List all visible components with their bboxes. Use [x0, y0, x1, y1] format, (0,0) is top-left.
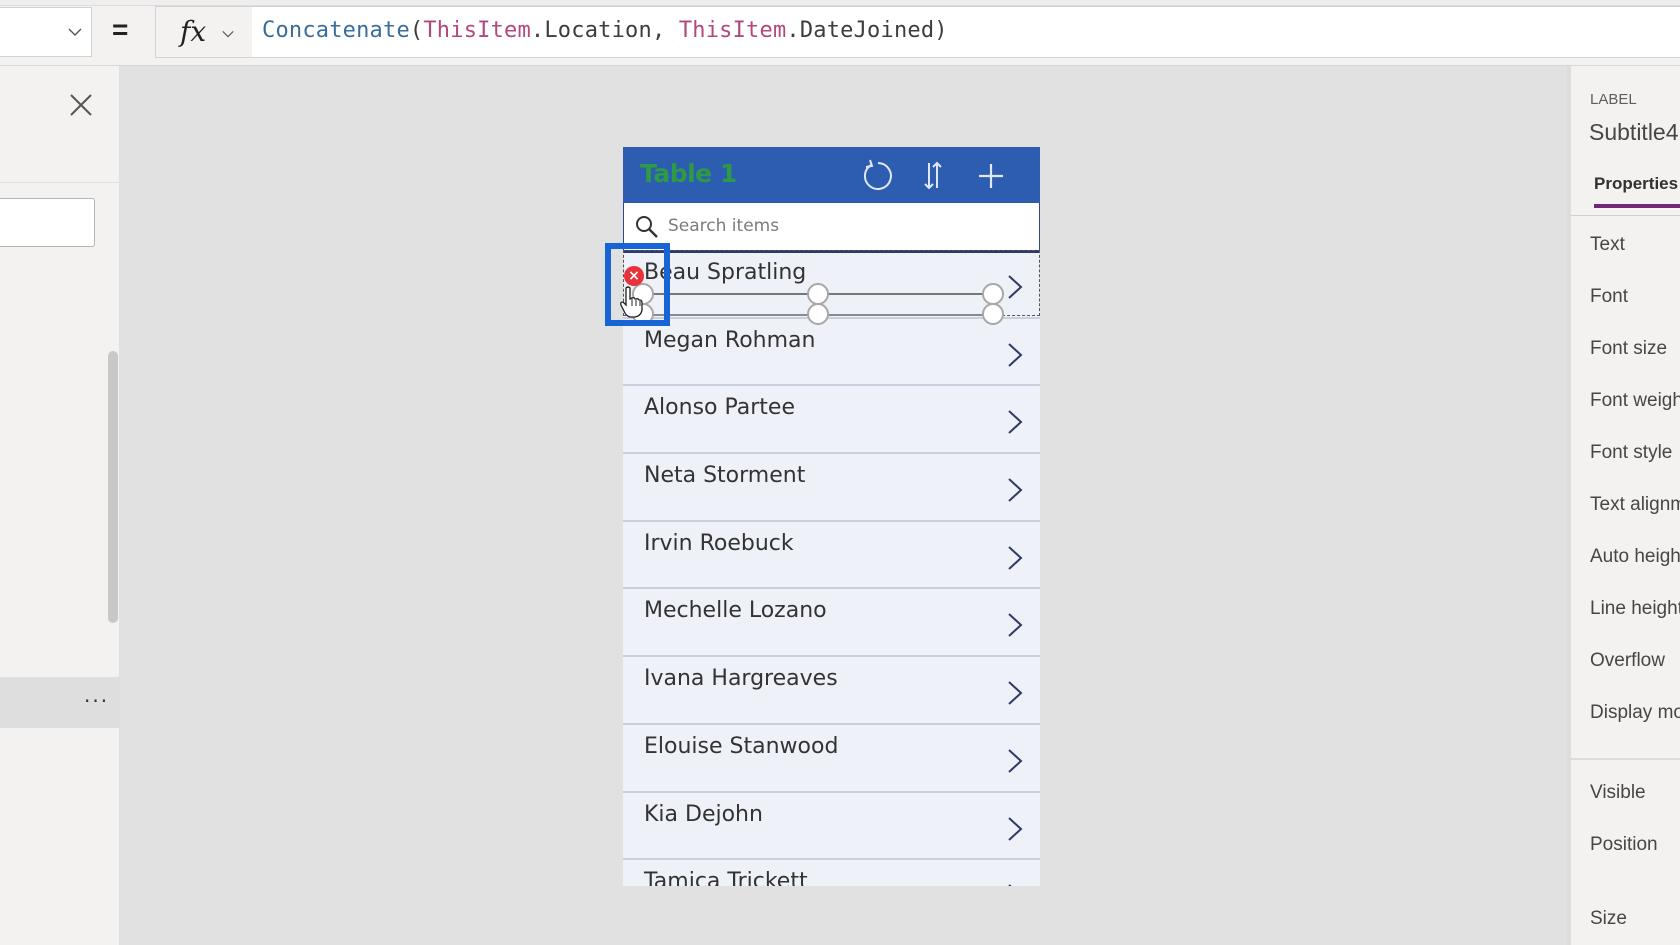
gallery-item[interactable]: Beau Spratling: [623, 251, 1040, 319]
chevron-down-icon: [68, 28, 82, 36]
gallery-item[interactable]: Megan Rohman: [623, 319, 1040, 387]
gallery-item[interactable]: Neta Storment: [623, 454, 1040, 522]
resize-handle-right-bottom[interactable]: [982, 303, 1004, 325]
control-name[interactable]: Subtitle4: [1589, 119, 1679, 146]
close-icon[interactable]: [68, 92, 94, 118]
chevron-right-icon[interactable]: [1005, 815, 1025, 843]
search-box: [623, 203, 1040, 251]
properties-panel: LABEL Subtitle4 Properties Text Font Font …: [1567, 66, 1680, 945]
property-row[interactable]: Font style: [1590, 442, 1672, 464]
gallery-item-title[interactable]: Beau Spratling: [644, 260, 806, 285]
properties-group-divider: [1571, 758, 1680, 760]
gallery-item-title[interactable]: Mechelle Lozano: [644, 598, 827, 623]
chevron-down-icon: [222, 30, 234, 38]
more-options-icon[interactable]: ···: [84, 689, 109, 713]
property-row[interactable]: Visible: [1590, 782, 1646, 804]
gallery-item-title[interactable]: Irvin Roebuck: [644, 531, 794, 556]
resize-handle-middle-top[interactable]: [807, 283, 829, 305]
gallery-item[interactable]: Tamica Trickett: [623, 860, 1040, 886]
property-row[interactable]: Text alignment: [1590, 494, 1680, 516]
resize-handle-middle-bottom[interactable]: [807, 303, 829, 325]
property-row[interactable]: Font weight: [1590, 390, 1680, 412]
gallery-item-title[interactable]: Kia Dejohn: [644, 802, 763, 827]
gallery-item[interactable]: Mechelle Lozano: [623, 589, 1040, 658]
formula-paren-open: (: [409, 18, 424, 43]
left-panel-search-input[interactable]: [0, 198, 95, 247]
formula-separator: ,: [651, 18, 679, 43]
search-input[interactable]: [668, 211, 1028, 241]
gallery-list: Beau Spratling Megan Rohman Alonso Partee N…: [623, 251, 1040, 886]
gallery-item[interactable]: Ivana Hargreaves: [623, 657, 1040, 725]
add-icon[interactable]: [974, 159, 1008, 193]
formula-text: Concatenate(ThisItem.Location, ThisItem.…: [262, 18, 948, 43]
tabs-divider: [1571, 215, 1680, 216]
sort-icon[interactable]: [916, 159, 950, 193]
property-row[interactable]: Auto height: [1590, 546, 1680, 568]
fx-button[interactable]: fx: [155, 6, 253, 58]
gallery-item[interactable]: Kia Dejohn: [623, 793, 1040, 861]
resize-handle-right-top[interactable]: [982, 283, 1004, 305]
chevron-right-icon[interactable]: [1005, 679, 1025, 707]
formula-arg1-field: .Location: [530, 18, 652, 43]
property-row[interactable]: Position: [1590, 834, 1658, 856]
gallery-header: Table 1: [623, 147, 1040, 203]
formula-input[interactable]: Concatenate(ThisItem.Location, ThisItem.…: [252, 6, 1680, 58]
tab-properties[interactable]: Properties: [1594, 174, 1678, 194]
formula-bar: = fx Concatenate(ThisItem.Location, This…: [0, 0, 1680, 66]
chevron-right-icon[interactable]: [1005, 747, 1025, 775]
gallery-item-title[interactable]: Elouise Stanwood: [644, 734, 838, 759]
header-title: Table 1: [640, 159, 737, 188]
property-row[interactable]: Line height: [1590, 598, 1680, 620]
resize-handle-left-bottom[interactable]: [632, 303, 654, 325]
left-panel-selected-row[interactable]: ···: [0, 677, 120, 728]
app-screen: Table 1 Beau Spratling Megan Rohman Alonso…: [623, 147, 1040, 886]
chevron-right-icon[interactable]: [1005, 341, 1025, 369]
search-icon: [636, 216, 658, 238]
fx-icon: fx: [180, 15, 207, 48]
formula-arg1-object: ThisItem: [423, 18, 531, 43]
gallery-item[interactable]: Alonso Partee: [623, 386, 1040, 455]
chevron-right-icon[interactable]: [1005, 544, 1025, 572]
gallery-item[interactable]: Irvin Roebuck: [623, 522, 1040, 590]
left-panel-divider: [0, 182, 120, 183]
gallery-item-title[interactable]: Tamica Trickett: [644, 869, 808, 886]
equals-sign: =: [112, 14, 129, 45]
chevron-right-icon[interactable]: [1005, 882, 1025, 886]
property-row[interactable]: Overflow: [1590, 650, 1665, 672]
chevron-right-icon[interactable]: [1005, 611, 1025, 639]
resize-handle-left-top[interactable]: [632, 283, 654, 305]
gallery-item[interactable]: Elouise Stanwood: [623, 725, 1040, 793]
left-panel-scrollbar[interactable]: [108, 351, 118, 623]
gallery-item-title[interactable]: Ivana Hargreaves: [644, 666, 838, 691]
control-type-label: LABEL: [1590, 91, 1637, 108]
gallery-item-title[interactable]: Alonso Partee: [644, 395, 795, 420]
refresh-icon[interactable]: [861, 159, 895, 193]
delete-icon[interactable]: ×: [624, 266, 644, 286]
chevron-right-icon[interactable]: [1005, 408, 1025, 436]
gallery-item-title[interactable]: Megan Rohman: [644, 328, 815, 353]
formula-arg2-field: .DateJoined: [786, 18, 935, 43]
property-row[interactable]: Text: [1590, 234, 1625, 256]
property-row[interactable]: Display mode: [1590, 702, 1680, 724]
active-tab-indicator: [1594, 204, 1680, 208]
gallery-item-title[interactable]: Neta Storment: [644, 463, 805, 488]
left-panel: ···: [0, 66, 122, 945]
chevron-right-icon[interactable]: [1005, 273, 1025, 301]
chevron-right-icon[interactable]: [1005, 476, 1025, 504]
formula-arg2-object: ThisItem: [678, 18, 787, 43]
property-row[interactable]: Size: [1590, 908, 1627, 930]
property-row[interactable]: Font: [1590, 286, 1628, 308]
property-dropdown[interactable]: [0, 7, 92, 57]
property-row[interactable]: Font size: [1590, 338, 1667, 360]
formula-function: Concatenate: [262, 18, 410, 43]
formula-paren-close: ): [934, 18, 948, 43]
